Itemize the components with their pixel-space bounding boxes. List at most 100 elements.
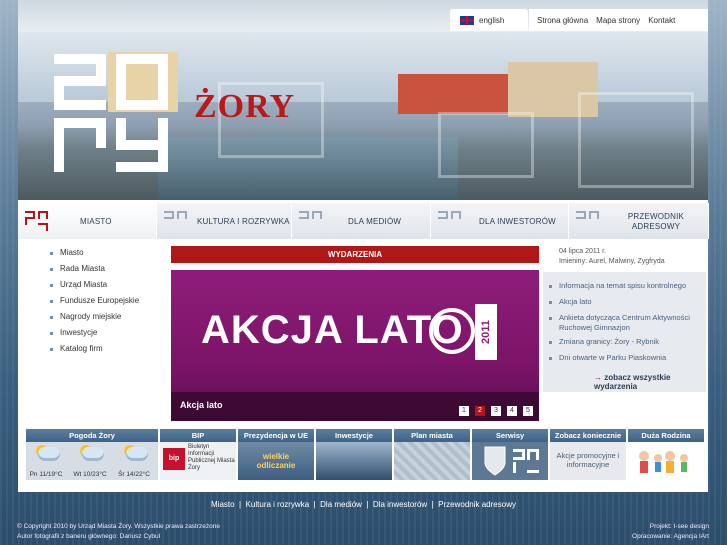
banner-building xyxy=(398,74,508,114)
zory-logo-icon xyxy=(438,211,461,219)
news-item[interactable]: Dni otwarte w Parku Piaskownia xyxy=(549,353,666,363)
tile-must-see[interactable]: Zobacz koniecznie Akcje promocyjne i inf… xyxy=(550,429,626,480)
tile-title: Zobacz koniecznie xyxy=(550,429,626,442)
left-menu-item[interactable]: Urząd Miasta xyxy=(48,280,178,296)
tile-title: BIP xyxy=(160,429,236,442)
nav-address-guide[interactable]: PRZEWODNIK ADRESOWY xyxy=(569,203,709,239)
credits-block: Projekt: I-see design Opracowanie: Agenc… xyxy=(632,522,709,542)
top-bar: english Strona główna Mapa strony Kontak… xyxy=(18,0,708,32)
tile-weather[interactable]: Pogoda Żory Pn 11/19°C Wt 10/23°C Śr 14/… xyxy=(26,429,158,480)
tile-city-map[interactable]: Plan miasta xyxy=(394,429,470,480)
footer-link[interactable]: Kultura i rozrywka xyxy=(246,500,310,509)
news-item[interactable]: Akcja lato xyxy=(549,297,592,307)
top-links: Strona główna Mapa strony Kontakt xyxy=(529,9,708,31)
weather-icon xyxy=(34,445,64,471)
shield-icon xyxy=(484,446,506,476)
link-sitemap[interactable]: Mapa strony xyxy=(596,16,640,25)
link-home[interactable]: Strona główna xyxy=(537,16,588,25)
family-icon xyxy=(639,451,688,473)
all-events-link[interactable]: → zobacz wszystkie wydarzenia xyxy=(594,373,708,391)
footer-link[interactable]: Przewodnik adresowy xyxy=(438,500,516,509)
tile-investments[interactable]: Inwestycje xyxy=(316,429,392,480)
project-credit[interactable]: Projekt: I-see design xyxy=(632,522,709,532)
footer-link[interactable]: Dla inwestorów xyxy=(373,500,427,509)
main-nav: MIASTO KULTURA I ROZRYWKA DLA MEDIÓW DLA… xyxy=(18,203,709,239)
nav-label: KULTURA I ROZRYWKA xyxy=(197,217,290,226)
nav-miasto[interactable]: MIASTO xyxy=(18,203,157,239)
left-menu-item[interactable]: Inwestycje xyxy=(48,328,178,344)
main-banner: ŻORY xyxy=(18,32,708,200)
promo-title: AKCJA LATO xyxy=(201,308,464,352)
nav-label: PRZEWODNIK ADRESOWY xyxy=(627,212,685,231)
tile-title: Inwestycje xyxy=(316,429,392,442)
banner-pattern xyxy=(438,112,534,178)
must-see-text: Akcje promocyjne i informacyjne xyxy=(556,451,620,469)
zory-logo-icon[interactable] xyxy=(54,54,174,172)
tile-bip[interactable]: BIP bip Biuletyn Informacji Publicznej M… xyxy=(160,429,236,480)
photo-credit: Autor fotografii z baneru głównego: Dari… xyxy=(17,533,161,540)
left-menu-item[interactable]: Katalog firm xyxy=(48,344,178,360)
tile-title: Prezydencja w UE xyxy=(238,429,314,442)
footer-separator: | xyxy=(366,500,369,509)
all-events-label: zobacz wszystkie wydarzenia xyxy=(594,373,671,391)
footer-link[interactable]: Miasto xyxy=(211,500,235,509)
tile-eu-presidency[interactable]: Prezydencja w UE wielkie odliczanie xyxy=(238,429,314,480)
left-menu-item[interactable]: Rada Miasta xyxy=(48,264,178,280)
promo-year: 2011 xyxy=(475,304,497,360)
dev-credit[interactable]: Opracowanie: Agencja IArt xyxy=(632,532,709,542)
nav-label: DLA INWESTORÓW xyxy=(479,217,556,226)
date-info: 04 lipca 2011 r. Imieniny: Aurel, Malwin… xyxy=(559,247,665,267)
copyright-block: © Copyright 2010 by Urząd Miasta Żory. W… xyxy=(17,522,220,542)
news-item[interactable]: Informacja na temat spisu kontrolnego xyxy=(549,281,686,291)
bip-logo-icon: bip xyxy=(163,448,185,470)
pager-button[interactable]: 5 xyxy=(523,406,533,416)
events-header: WYDARZENIA xyxy=(171,246,539,263)
news-item[interactable]: Zmiana granicy: Żory - Rybnik xyxy=(549,337,659,347)
footer-separator: | xyxy=(239,500,242,509)
footer-nav: Miasto | Kultura i rozrywka | Dla mediów… xyxy=(0,500,727,509)
nav-media[interactable]: DLA MEDIÓW xyxy=(292,203,431,239)
left-menu: Miasto Rada Miasta Urząd Miasta Fundusze… xyxy=(48,248,178,360)
left-menu-item[interactable]: Miasto xyxy=(48,248,178,264)
weather-icon xyxy=(78,445,108,471)
footer-separator: | xyxy=(431,500,434,509)
pager-button[interactable]: 1 xyxy=(459,406,469,416)
nav-investors[interactable]: DLA INWESTORÓW xyxy=(431,203,569,239)
tile-title: Serwisy informacyjne xyxy=(472,429,548,453)
nav-kultura[interactable]: KULTURA I ROZRYWKA xyxy=(157,203,292,239)
uk-flag-icon xyxy=(460,16,474,25)
slide-caption-text[interactable]: Akcja lato xyxy=(180,400,223,410)
eu-text: wielkie odliczanie xyxy=(256,452,296,470)
left-menu-item[interactable]: Fundusze Europejskie xyxy=(48,296,178,312)
pager-button[interactable]: 4 xyxy=(507,406,517,416)
tile-info-services[interactable]: Serwisy informacyjne xyxy=(472,429,548,480)
zory-logo-icon xyxy=(25,211,48,231)
page-container: english Strona główna Mapa strony Kontak… xyxy=(18,0,709,492)
tile-title: Plan miasta xyxy=(394,429,470,442)
slider-pager: 1 2 3 4 5 xyxy=(459,406,533,416)
left-menu-item[interactable]: Nagrody miejskie xyxy=(48,312,178,328)
sun-icon xyxy=(429,308,475,354)
map-image xyxy=(394,442,470,480)
weather-day: Pn 11/19°C xyxy=(29,471,63,478)
name-days: Imieniny: Aurel, Malwiny, Zygfryda xyxy=(559,258,665,265)
weather-day: Śr 14/22°C xyxy=(118,471,150,478)
tile-big-family[interactable]: Duża Rodzina xyxy=(628,429,704,480)
pager-button-active[interactable]: 2 xyxy=(475,406,485,416)
weather-day: Wt 10/23°C xyxy=(73,471,107,478)
link-contact[interactable]: Kontakt xyxy=(648,16,675,25)
language-switch[interactable]: english xyxy=(450,9,528,31)
footer-link[interactable]: Dla mediów xyxy=(320,500,362,509)
pager-button[interactable]: 3 xyxy=(491,406,501,416)
events-slider[interactable]: AKCJA LATO 2011 Akcja lato 1 2 3 4 5 xyxy=(171,270,539,421)
city-name: ŻORY xyxy=(194,88,296,125)
banner-pattern xyxy=(578,92,694,188)
bip-text: Biuletyn Informacji Publicznej Miasta Żo… xyxy=(188,444,235,471)
news-item[interactable]: Ankieta dotycząca Centrum Aktywności Ruc… xyxy=(549,313,699,333)
tile-title: Pogoda Żory xyxy=(26,429,158,442)
zory-logo-icon xyxy=(513,449,539,473)
investments-image xyxy=(316,442,392,480)
nav-label: DLA MEDIÓW xyxy=(348,217,402,226)
tile-title: Duża Rodzina xyxy=(628,429,704,442)
service-tiles: Pogoda Żory Pn 11/19°C Wt 10/23°C Śr 14/… xyxy=(26,429,706,481)
